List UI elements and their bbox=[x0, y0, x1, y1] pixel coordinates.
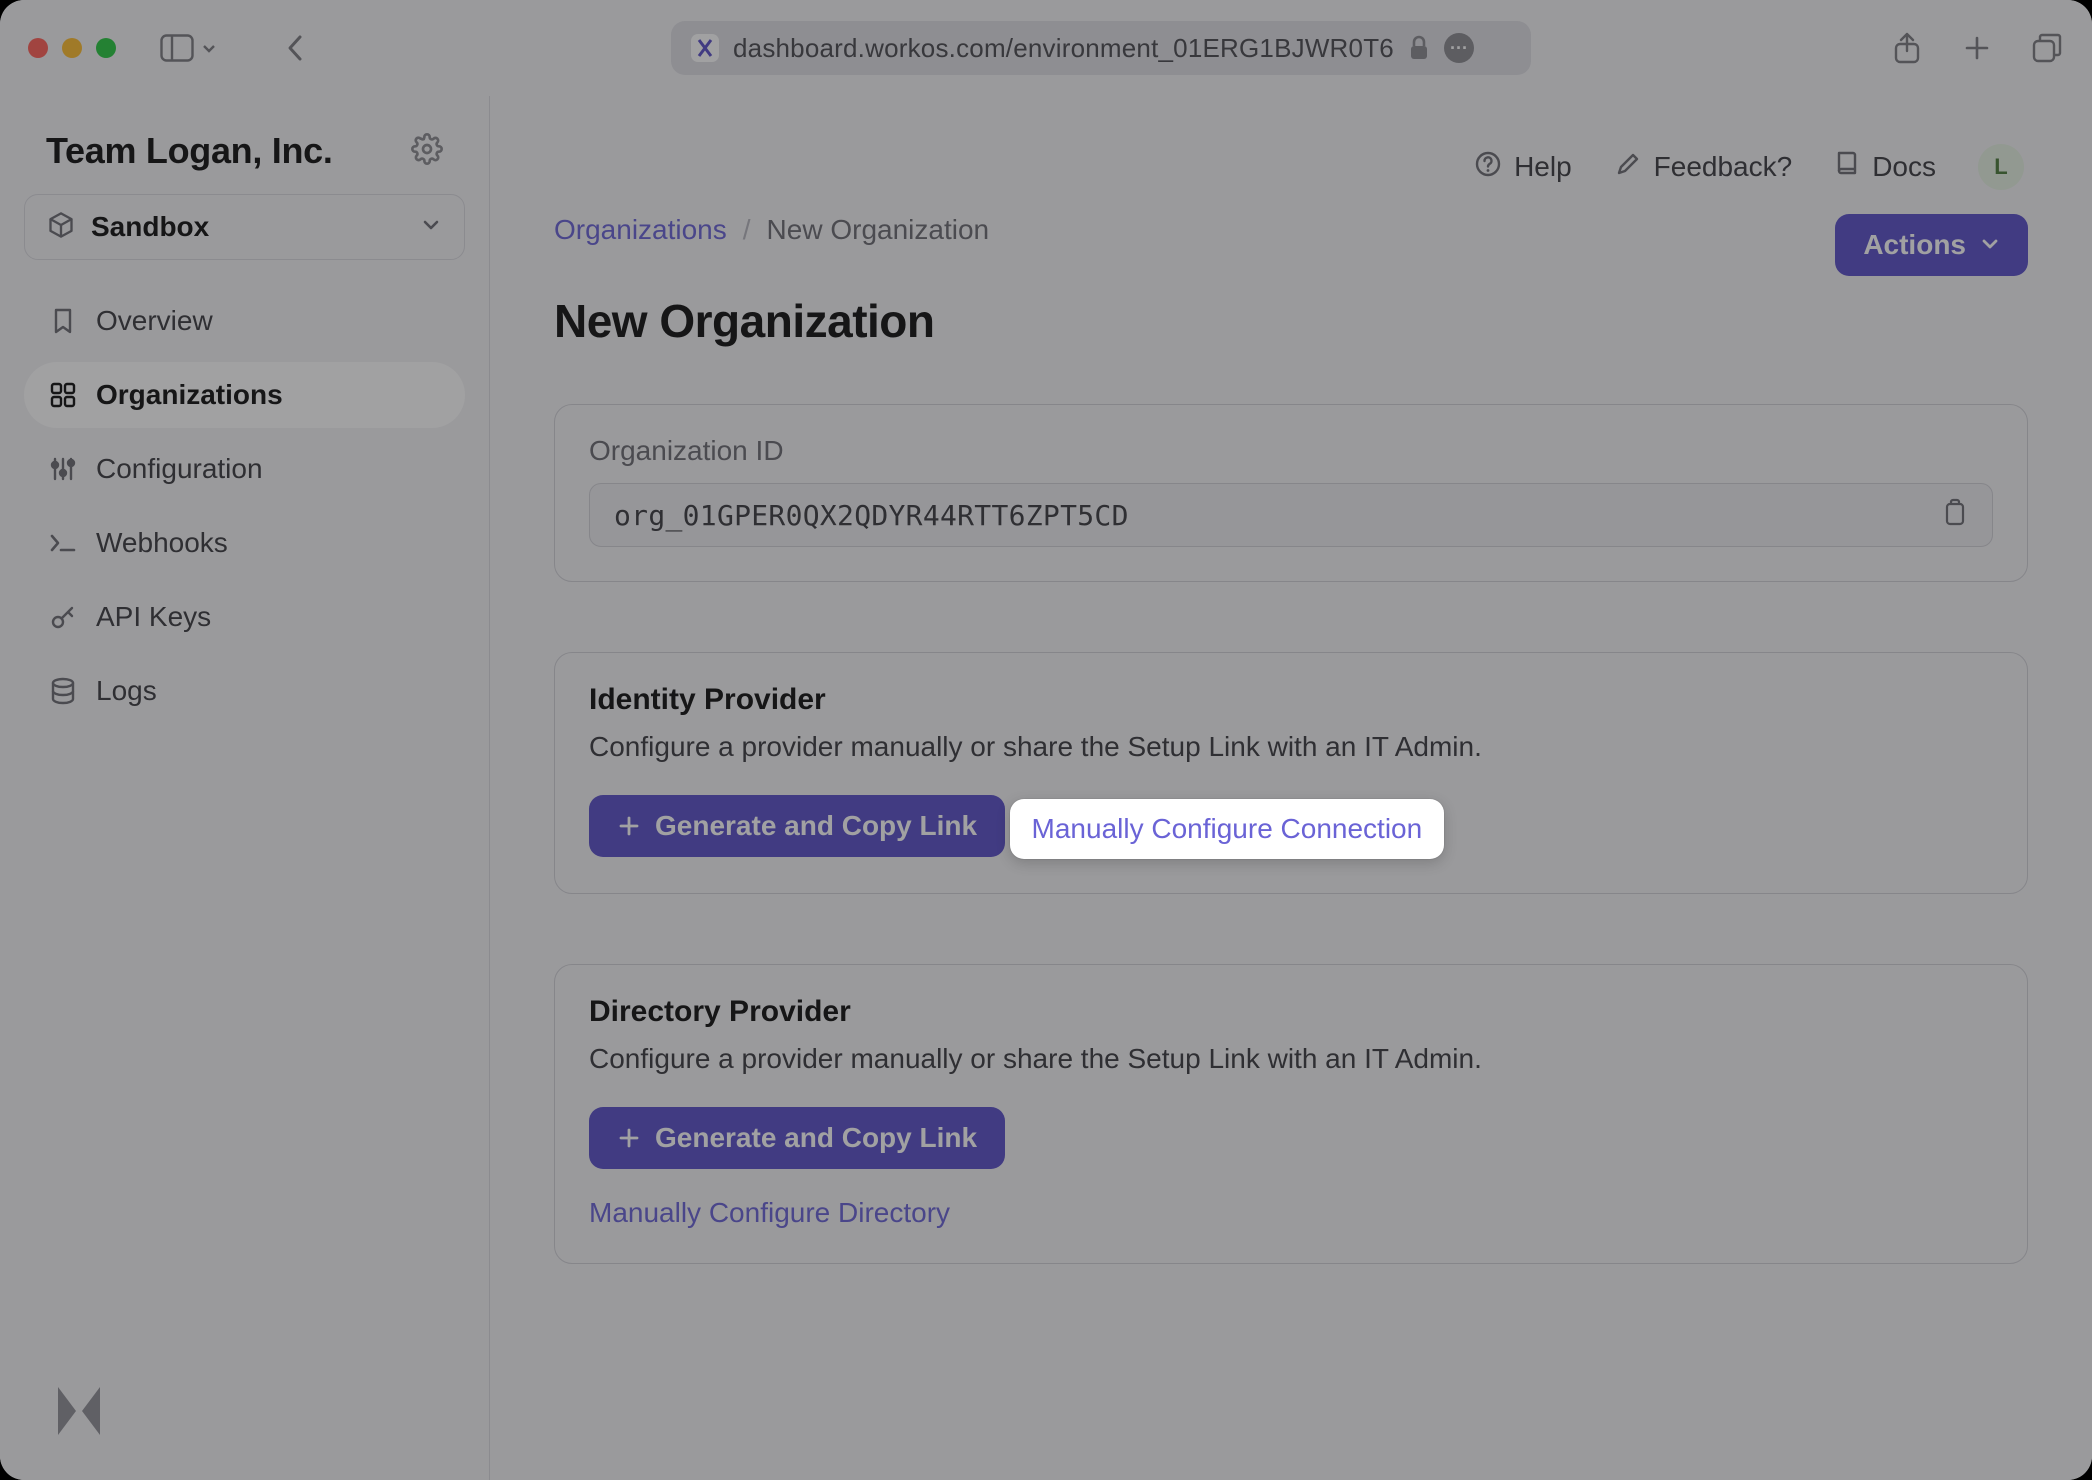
browser-back-button[interactable] bbox=[278, 31, 312, 65]
sidebar-item-label: Logs bbox=[96, 675, 157, 707]
sidebar: Team Logan, Inc. Sandbox Overview bbox=[0, 96, 490, 1480]
browser-address-bar[interactable]: dashboard.workos.com/environment_01ERG1B… bbox=[671, 21, 1531, 75]
breadcrumb-current: New Organization bbox=[767, 214, 990, 246]
chevron-down-icon bbox=[420, 214, 442, 241]
window-close-button[interactable] bbox=[28, 38, 48, 58]
plus-icon bbox=[617, 1126, 641, 1150]
browser-sidebar-toggle[interactable] bbox=[160, 34, 218, 62]
browser-chrome: dashboard.workos.com/environment_01ERG1B… bbox=[0, 0, 2092, 96]
idp-generate-label: Generate and Copy Link bbox=[655, 810, 977, 842]
sidebar-item-label: Organizations bbox=[96, 379, 283, 411]
pencil-icon bbox=[1614, 150, 1642, 185]
actions-button[interactable]: Actions bbox=[1835, 214, 2028, 276]
book-icon bbox=[1834, 149, 1860, 186]
feedback-label: Feedback? bbox=[1654, 151, 1793, 183]
directory-provider-card: Directory Provider Configure a provider … bbox=[554, 964, 2028, 1264]
window-zoom-button[interactable] bbox=[96, 38, 116, 58]
browser-new-tab-button[interactable] bbox=[1960, 31, 1994, 65]
idp-manual-configure-link[interactable]: Manually Configure Connection bbox=[1010, 799, 1445, 859]
org-id-field[interactable]: org_01GPER0QX2QDYR44RTT6ZPT5CD bbox=[589, 483, 1993, 547]
sidebar-item-label: API Keys bbox=[96, 601, 211, 633]
dirp-manual-configure-link[interactable]: Manually Configure Directory bbox=[589, 1197, 950, 1229]
app: Team Logan, Inc. Sandbox Overview bbox=[0, 96, 2092, 1480]
environment-label: Sandbox bbox=[91, 211, 209, 243]
org-id-card: Organization ID org_01GPER0QX2QDYR44RTT6… bbox=[554, 404, 2028, 582]
avatar[interactable]: L bbox=[1978, 144, 2024, 190]
docs-label: Docs bbox=[1872, 151, 1936, 183]
identity-provider-desc: Configure a provider manually or share t… bbox=[589, 731, 1993, 763]
reader-icon[interactable]: ··· bbox=[1444, 33, 1474, 63]
breadcrumb-separator: / bbox=[743, 214, 751, 246]
dirp-generate-link-button[interactable]: Generate and Copy Link bbox=[589, 1107, 1005, 1169]
cube-icon bbox=[47, 211, 75, 244]
settings-button[interactable] bbox=[411, 133, 443, 170]
plus-icon bbox=[617, 814, 641, 838]
team-name: Team Logan, Inc. bbox=[46, 130, 333, 172]
key-icon bbox=[48, 603, 78, 631]
database-icon bbox=[48, 677, 78, 705]
directory-provider-title: Directory Provider bbox=[589, 995, 1993, 1029]
sidebar-item-api-keys[interactable]: API Keys bbox=[24, 584, 465, 650]
browser-tabs-button[interactable] bbox=[2030, 31, 2064, 65]
identity-provider-title: Identity Provider bbox=[589, 683, 1993, 717]
sidebar-item-label: Configuration bbox=[96, 453, 263, 485]
org-id-value: org_01GPER0QX2QDYR44RTT6ZPT5CD bbox=[614, 499, 1129, 532]
chevron-down-icon bbox=[1980, 229, 2000, 261]
feedback-link[interactable]: Feedback? bbox=[1614, 150, 1793, 185]
actions-label: Actions bbox=[1863, 229, 1966, 261]
lock-icon bbox=[1408, 35, 1430, 61]
org-id-label: Organization ID bbox=[589, 435, 1993, 467]
app-header: Help Feedback? Docs L bbox=[554, 144, 2028, 214]
sidebar-item-overview[interactable]: Overview bbox=[24, 288, 465, 354]
identity-provider-card: Identity Provider Configure a provider m… bbox=[554, 652, 2028, 894]
page-title: New Organization bbox=[554, 294, 2028, 348]
help-icon bbox=[1474, 150, 1502, 185]
sidebar-item-organizations[interactable]: Organizations bbox=[24, 362, 465, 428]
environment-select[interactable]: Sandbox bbox=[24, 194, 465, 260]
sliders-icon bbox=[48, 456, 78, 482]
copy-icon[interactable] bbox=[1942, 497, 1968, 534]
bookmark-icon bbox=[48, 307, 78, 335]
sidebar-nav: Overview Organizations Configuration Web… bbox=[24, 288, 465, 724]
grid-icon bbox=[48, 382, 78, 408]
breadcrumb-root[interactable]: Organizations bbox=[554, 214, 727, 246]
window-minimize-button[interactable] bbox=[62, 38, 82, 58]
main-content: Help Feedback? Docs L Organizations bbox=[490, 96, 2092, 1480]
browser-share-button[interactable] bbox=[1890, 31, 1924, 65]
sidebar-item-label: Overview bbox=[96, 305, 213, 337]
help-label: Help bbox=[1514, 151, 1572, 183]
site-favicon bbox=[691, 34, 719, 62]
sidebar-item-label: Webhooks bbox=[96, 527, 228, 559]
help-link[interactable]: Help bbox=[1474, 150, 1572, 185]
browser-url: dashboard.workos.com/environment_01ERG1B… bbox=[733, 33, 1394, 64]
dirp-generate-label: Generate and Copy Link bbox=[655, 1122, 977, 1154]
traffic-lights bbox=[28, 38, 116, 58]
idp-generate-link-button[interactable]: Generate and Copy Link bbox=[589, 795, 1005, 857]
sidebar-item-logs[interactable]: Logs bbox=[24, 658, 465, 724]
brand-logo bbox=[44, 1383, 114, 1444]
sidebar-item-webhooks[interactable]: Webhooks bbox=[24, 510, 465, 576]
browser-window: dashboard.workos.com/environment_01ERG1B… bbox=[0, 0, 2092, 1480]
terminal-icon bbox=[48, 532, 78, 554]
breadcrumb: Organizations / New Organization bbox=[554, 214, 989, 246]
directory-provider-desc: Configure a provider manually or share t… bbox=[589, 1043, 1993, 1075]
sidebar-item-configuration[interactable]: Configuration bbox=[24, 436, 465, 502]
docs-link[interactable]: Docs bbox=[1834, 149, 1936, 186]
